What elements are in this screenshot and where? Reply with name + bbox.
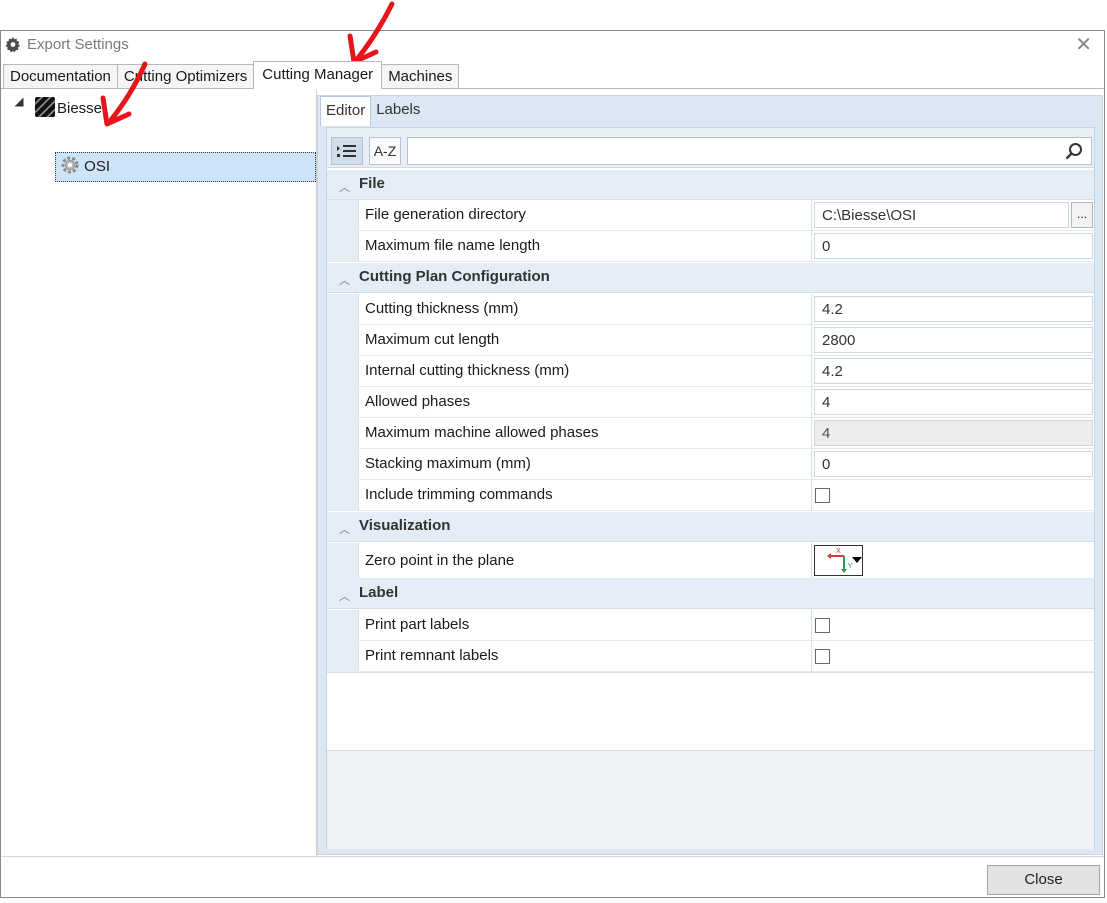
settings-panel: Editor Labels A-Z ︿ File File generation… bbox=[317, 95, 1103, 855]
axis-x-label: X bbox=[836, 547, 841, 555]
property-value: 4 bbox=[811, 387, 1095, 418]
property-name: Cutting thickness (mm) bbox=[358, 294, 811, 325]
property-value: C:\Biesse\OSI ... bbox=[811, 200, 1095, 231]
property-name: Maximum file name length bbox=[358, 231, 811, 262]
property-name: Allowed phases bbox=[358, 387, 811, 418]
property-value bbox=[811, 480, 1095, 511]
property-row: Maximum machine allowed phases 4 bbox=[327, 418, 1095, 449]
category-label: Cutting Plan Configuration bbox=[359, 268, 550, 285]
category-cutting-plan[interactable]: ︿ Cutting Plan Configuration bbox=[327, 263, 1094, 293]
property-grid: A-Z ︿ File File generation directory C:\… bbox=[326, 127, 1095, 850]
zero-point-dropdown[interactable]: X Y bbox=[814, 545, 863, 576]
max-file-name-length-input[interactable]: 0 bbox=[814, 233, 1093, 259]
export-settings-window: Export Settings ✕ Documentation Cutting … bbox=[0, 30, 1105, 898]
collapse-chevron-icon[interactable]: ︿ bbox=[339, 521, 350, 537]
zero-point-axes-icon: X Y bbox=[827, 547, 862, 573]
property-name: Maximum machine allowed phases bbox=[358, 418, 811, 449]
cutting-thickness-input[interactable]: 4.2 bbox=[814, 296, 1093, 322]
property-name: Print part labels bbox=[358, 610, 811, 641]
expand-collapse-icon[interactable] bbox=[14, 97, 24, 107]
grid-end-divider bbox=[327, 672, 1094, 673]
collapse-chevron-icon[interactable]: ︿ bbox=[339, 179, 350, 195]
title-bar: Export Settings ✕ bbox=[1, 31, 1104, 59]
footer-divider bbox=[1, 856, 1104, 857]
print-part-labels-checkbox[interactable] bbox=[815, 618, 830, 633]
property-value bbox=[811, 641, 1095, 672]
window-close-button[interactable]: ✕ bbox=[1075, 35, 1092, 55]
stacking-maximum-input[interactable]: 0 bbox=[814, 451, 1093, 477]
category-file[interactable]: ︿ File bbox=[327, 170, 1094, 200]
property-name: Print remnant labels bbox=[358, 641, 811, 672]
sub-tabs: Editor Labels bbox=[318, 96, 425, 126]
print-remnant-labels-checkbox[interactable] bbox=[815, 649, 830, 664]
alphabetical-button[interactable]: A-Z bbox=[369, 137, 401, 165]
property-name: Maximum cut length bbox=[358, 325, 811, 356]
property-value bbox=[811, 610, 1095, 641]
tree-node-osi[interactable]: OSI bbox=[55, 152, 316, 182]
directory-input[interactable]: C:\Biesse\OSI bbox=[814, 202, 1069, 228]
property-row: Zero point in the plane X Y bbox=[327, 543, 1095, 579]
property-row: Maximum file name length 0 bbox=[327, 231, 1095, 262]
annotation-arrow-icon bbox=[100, 61, 148, 127]
biesse-logo-icon bbox=[35, 97, 55, 117]
magnifier-icon[interactable] bbox=[1065, 142, 1083, 160]
collapse-chevron-icon[interactable]: ︿ bbox=[339, 272, 350, 288]
tree-node-label: OSI bbox=[84, 158, 111, 175]
close-button[interactable]: Close bbox=[987, 865, 1100, 895]
axis-y-label: Y bbox=[847, 562, 853, 570]
property-row: Print part labels bbox=[327, 610, 1095, 641]
property-name: Include trimming commands bbox=[358, 480, 811, 511]
gear-icon bbox=[61, 156, 79, 174]
property-name: File generation directory bbox=[358, 200, 811, 231]
category-label: File bbox=[359, 175, 385, 192]
tree-panel: Biesse OSI bbox=[1, 89, 317, 857]
property-value: 0 bbox=[811, 449, 1095, 480]
allowed-phases-input[interactable]: 4 bbox=[814, 389, 1093, 415]
dropdown-arrow-icon bbox=[852, 557, 862, 563]
include-trimming-checkbox[interactable] bbox=[815, 488, 830, 503]
tab-labels[interactable]: Labels bbox=[371, 96, 425, 126]
internal-cutting-thickness-input[interactable]: 4.2 bbox=[814, 358, 1093, 384]
property-value: 4 bbox=[811, 418, 1095, 449]
property-value: X Y bbox=[811, 543, 1095, 579]
category-label: Visualization bbox=[359, 517, 451, 534]
property-row: File generation directory C:\Biesse\OSI … bbox=[327, 200, 1095, 231]
property-row: Cutting thickness (mm) 4.2 bbox=[327, 294, 1095, 325]
property-row: Print remnant labels bbox=[327, 641, 1095, 672]
property-value: 4.2 bbox=[811, 356, 1095, 387]
tab-cutting-manager[interactable]: Cutting Manager bbox=[253, 61, 383, 89]
property-toolbar: A-Z bbox=[327, 128, 1094, 168]
max-cut-length-input[interactable]: 2800 bbox=[814, 327, 1093, 353]
description-area bbox=[327, 750, 1094, 850]
category-label-text: Label bbox=[359, 584, 399, 601]
property-value: 0 bbox=[811, 231, 1095, 262]
property-row: Maximum cut length 2800 bbox=[327, 325, 1095, 356]
browse-button[interactable]: ... bbox=[1071, 202, 1093, 228]
collapse-chevron-icon[interactable]: ︿ bbox=[339, 588, 350, 604]
property-name: Stacking maximum (mm) bbox=[358, 449, 811, 480]
categorized-list-icon bbox=[337, 145, 356, 157]
property-row: Include trimming commands bbox=[327, 480, 1095, 511]
property-name: Zero point in the plane bbox=[358, 543, 811, 579]
tree-node-biesse[interactable]: Biesse bbox=[35, 97, 102, 121]
max-machine-phases-input: 4 bbox=[814, 420, 1093, 446]
property-value: 4.2 bbox=[811, 294, 1095, 325]
category-visualization[interactable]: ︿ Visualization bbox=[327, 512, 1094, 542]
category-label[interactable]: ︿ Label bbox=[327, 579, 1094, 609]
property-search-input[interactable] bbox=[407, 137, 1092, 165]
property-row: Internal cutting thickness (mm) 4.2 bbox=[327, 356, 1095, 387]
gear-icon bbox=[5, 37, 20, 53]
tab-editor[interactable]: Editor bbox=[320, 96, 372, 126]
categorized-button[interactable] bbox=[331, 137, 363, 165]
property-row: Stacking maximum (mm) 0 bbox=[327, 449, 1095, 480]
property-name: Internal cutting thickness (mm) bbox=[358, 356, 811, 387]
window-title: Export Settings bbox=[27, 36, 129, 53]
property-value: 2800 bbox=[811, 325, 1095, 356]
property-row: Allowed phases 4 bbox=[327, 387, 1095, 418]
